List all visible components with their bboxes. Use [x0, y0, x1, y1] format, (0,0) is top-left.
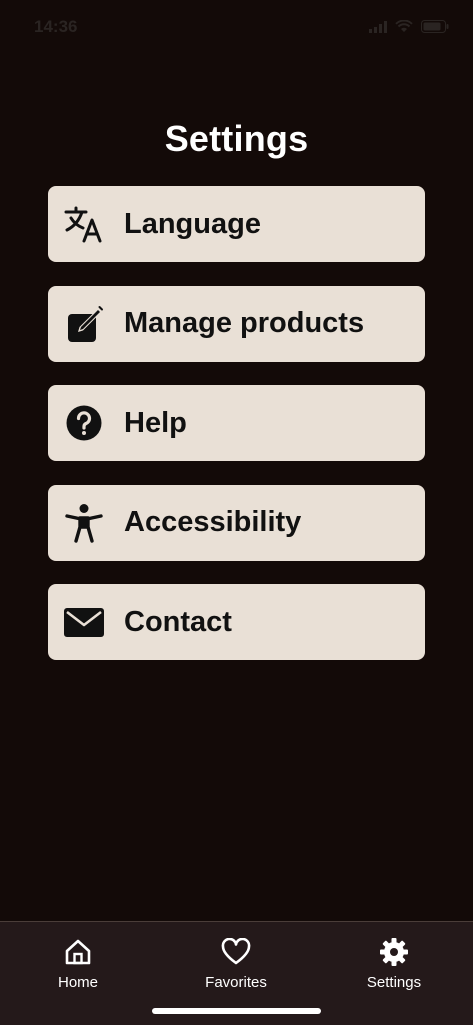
language-label: Language — [124, 207, 261, 240]
signal-icon — [369, 21, 387, 33]
settings-menu: Language Manage products Help Accessibil… — [48, 186, 425, 684]
contact-button[interactable]: Contact — [48, 584, 425, 660]
status-icons — [369, 20, 449, 33]
accessibility-button[interactable]: Accessibility — [48, 484, 425, 561]
tab-settings[interactable]: Settings — [334, 936, 454, 991]
help-label: Help — [124, 406, 187, 439]
gear-icon — [379, 936, 409, 968]
home-icon — [64, 936, 92, 968]
heart-icon — [221, 936, 251, 968]
status-time: 14:36 — [34, 17, 78, 36]
home-indicator — [152, 1008, 321, 1014]
battery-icon — [421, 20, 449, 33]
tab-settings-label: Settings — [366, 974, 422, 991]
manage-products-button[interactable]: Manage products — [48, 285, 425, 362]
tab-home-label: Home — [57, 974, 98, 991]
tab-favorites-label: Favorites — [205, 974, 267, 991]
status-bar: 14:36 — [0, 0, 473, 56]
tab-home[interactable]: Home — [18, 936, 138, 991]
accessibility-label: Accessibility — [124, 506, 302, 538]
language-button[interactable]: Language — [48, 186, 425, 262]
wifi-icon — [395, 20, 413, 32]
help-icon — [64, 403, 104, 443]
tab-favorites[interactable]: Favorites — [176, 936, 296, 991]
contact-label: Contact — [124, 605, 232, 638]
edit-icon — [64, 304, 104, 344]
accessibility-icon — [64, 503, 104, 543]
help-button[interactable]: Help — [48, 385, 425, 461]
manage-products-label: Manage products — [124, 307, 365, 339]
page-title: Settings — [164, 118, 309, 159]
translate-icon — [64, 204, 104, 244]
mail-icon — [64, 602, 104, 642]
